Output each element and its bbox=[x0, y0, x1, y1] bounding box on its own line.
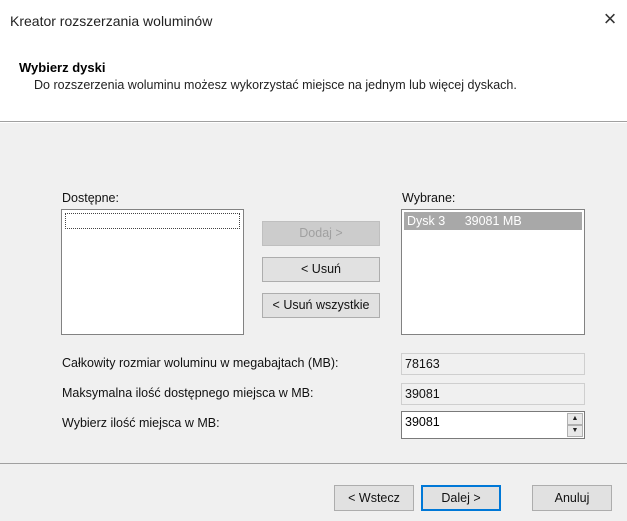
total-size-label: Całkowity rozmiar woluminu w megabajtach… bbox=[62, 356, 339, 370]
back-button[interactable]: < Wstecz bbox=[334, 485, 414, 511]
title-bar: Kreator rozszerzania woluminów × bbox=[0, 0, 627, 40]
wizard-footer: < Wstecz Dalej > Anuluj bbox=[0, 463, 627, 521]
cancel-button[interactable]: Anuluj bbox=[532, 485, 612, 511]
space-amount-value[interactable]: 39081 bbox=[405, 415, 440, 429]
disk-size: 39081 MB bbox=[464, 214, 522, 228]
focus-rectangle bbox=[65, 213, 240, 229]
disk-name: Dysk 3 bbox=[407, 214, 446, 228]
remove-button[interactable]: < Usuń bbox=[262, 257, 380, 282]
available-listbox[interactable] bbox=[61, 209, 244, 335]
close-icon[interactable]: × bbox=[593, 6, 627, 36]
max-space-label: Maksymalna ilość dostępnego miejsca w MB… bbox=[62, 386, 314, 400]
available-label: Dostępne: bbox=[62, 191, 119, 205]
chevron-up-icon[interactable]: ▲ bbox=[567, 413, 583, 425]
choose-space-label: Wybierz ilość miejsca w MB: bbox=[62, 416, 220, 430]
chevron-down-icon[interactable]: ▼ bbox=[567, 425, 583, 437]
remove-all-button[interactable]: < Usuń wszystkie bbox=[262, 293, 380, 318]
total-size-value: 78163 bbox=[401, 353, 585, 375]
stepper-arrows: ▲ ▼ bbox=[567, 413, 583, 437]
selected-listbox[interactable]: Dysk 3 39081 MB bbox=[401, 209, 585, 335]
list-item[interactable]: Dysk 3 39081 MB bbox=[404, 212, 582, 230]
add-button[interactable]: Dodaj > bbox=[262, 221, 380, 246]
wizard-body: Dostępne: Dodaj > < Usuń < Usuń wszystki… bbox=[0, 123, 627, 463]
page-title: Wybierz dyski bbox=[19, 60, 106, 75]
selected-label: Wybrane: bbox=[402, 191, 456, 205]
wizard-header: Wybierz dyski Do rozszerzenia woluminu m… bbox=[0, 40, 627, 122]
window-title: Kreator rozszerzania woluminów bbox=[10, 13, 213, 29]
page-description: Do rozszerzenia woluminu możesz wykorzys… bbox=[34, 78, 517, 92]
max-space-value: 39081 bbox=[401, 383, 585, 405]
space-amount-stepper[interactable]: 39081 ▲ ▼ bbox=[401, 411, 585, 439]
next-button[interactable]: Dalej > bbox=[421, 485, 501, 511]
